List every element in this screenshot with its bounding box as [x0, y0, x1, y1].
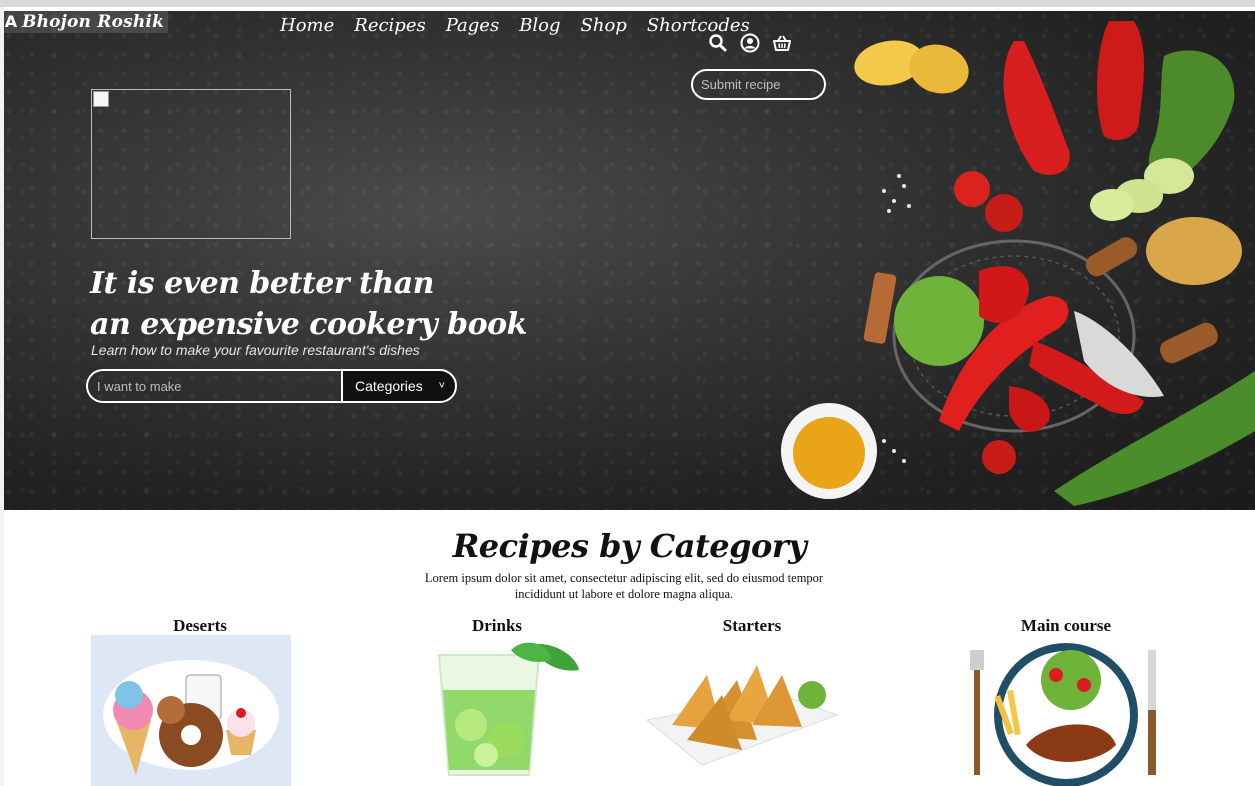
page: A Bhojon Roshik Home Recipes Pages Blog … [4, 7, 1255, 786]
chevron-down-icon: ˅ [438, 380, 445, 392]
category-image-main-course[interactable] [966, 635, 1166, 786]
category-title-deserts[interactable]: Deserts [100, 616, 300, 636]
section-title: Recipes by Category [452, 527, 807, 565]
broken-image-icon [93, 91, 109, 107]
main-nav: Home Recipes Pages Blog Shop Shortcodes [280, 15, 750, 36]
hero-image-placeholder [91, 89, 291, 239]
basket-icon[interactable] [772, 33, 792, 53]
category-image-starters[interactable] [642, 635, 842, 786]
category-image-deserts[interactable] [91, 635, 291, 786]
nav-shop[interactable]: Shop [581, 15, 627, 36]
nav-pages[interactable]: Pages [446, 15, 499, 36]
category-image-drinks[interactable] [391, 635, 591, 786]
submit-recipe-input[interactable]: Submit recipe [691, 69, 826, 100]
hero-title: It is even better than an expensive cook… [90, 263, 527, 345]
site-brand[interactable]: A Bhojon Roshik [4, 11, 169, 33]
hero-title-line2: an expensive cookery book [90, 307, 527, 342]
categories-select[interactable]: Categories ˅ [341, 369, 457, 403]
search-icon[interactable] [708, 33, 728, 53]
category-title-main-course[interactable]: Main course [966, 616, 1166, 636]
vegetables-illustration [781, 21, 1255, 506]
categories-select-label: Categories [355, 378, 423, 394]
nav-recipes[interactable]: Recipes [354, 15, 425, 36]
section-description: Lorem ipsum dolor sit amet, consectetur … [424, 571, 824, 601]
nav-blog[interactable]: Blog [519, 15, 560, 36]
hero-title-line1: It is even better than [90, 266, 434, 301]
user-circle-icon[interactable] [740, 33, 760, 53]
hero-banner: A Bhojon Roshik Home Recipes Pages Blog … [4, 11, 1255, 510]
browser-top-strip [0, 0, 1255, 7]
header-icons [708, 33, 792, 53]
recipe-search: I want to make Categories ˅ [86, 369, 457, 403]
hero-subtitle: Learn how to make your favourite restaur… [91, 342, 420, 358]
logo-icon: A [4, 12, 18, 31]
category-title-drinks[interactable]: Drinks [397, 616, 597, 636]
nav-home[interactable]: Home [280, 15, 334, 36]
brand-name: Bhojon Roshik [22, 12, 165, 32]
search-input[interactable]: I want to make [86, 369, 341, 403]
category-title-starters[interactable]: Starters [652, 616, 852, 636]
